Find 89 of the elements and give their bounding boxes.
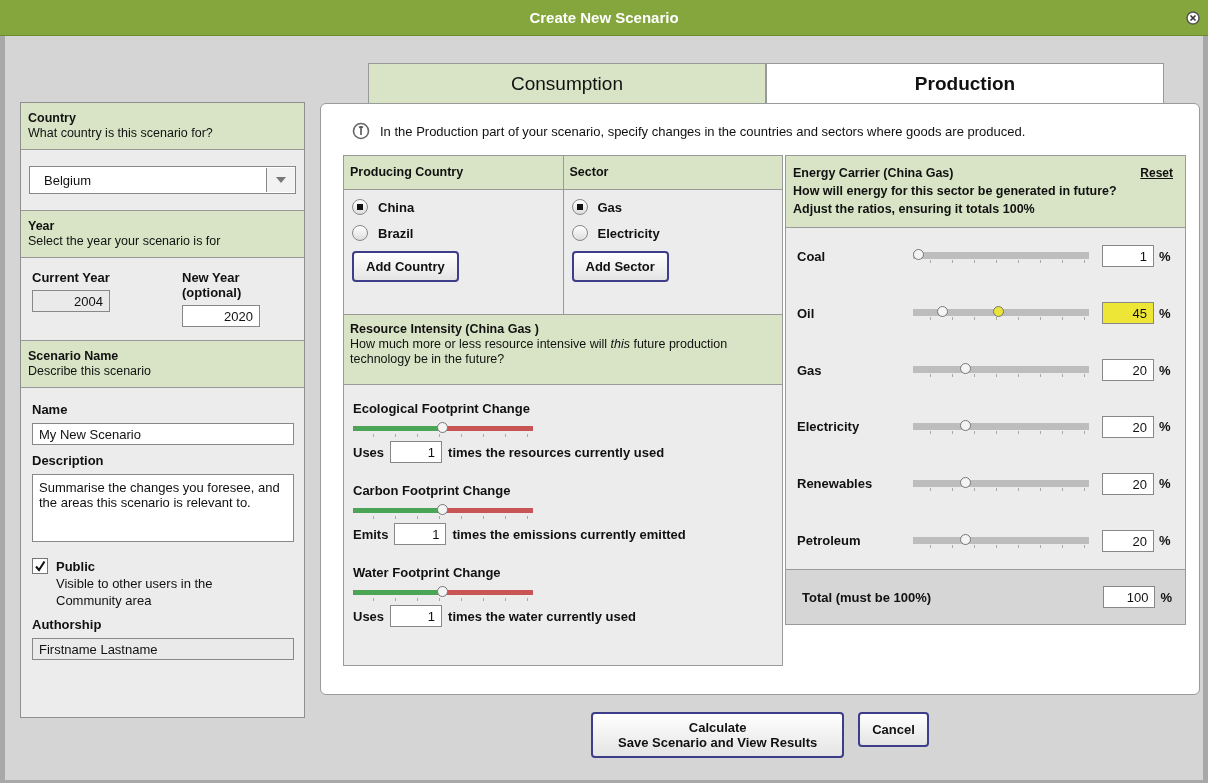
unit-label: % (1160, 589, 1172, 605)
section-subtitle: Adjust the ratios, ensuring it totals 100% (793, 201, 1036, 218)
field-label: times the resources currently used (448, 444, 665, 460)
section-subtitle: How will energy for this sector be generated in future? (793, 183, 1118, 200)
field-label: Description (32, 453, 105, 468)
unit-label: % (1159, 476, 1171, 492)
unit-label: % (1159, 419, 1171, 435)
radio-button[interactable] (571, 225, 588, 241)
calculate-button[interactable]: Calculate Save Scenario and View Results (591, 712, 845, 758)
field-label: times the water currently used (448, 608, 636, 624)
section-subtitle: What country is this scenario for? (28, 126, 214, 141)
section-title: Year (28, 219, 56, 234)
field-label: Authorship (32, 617, 103, 632)
multiplier-field[interactable]: 1 (390, 441, 443, 463)
tab[interactable]: Consumption (368, 63, 766, 103)
slider-thumb[interactable] (437, 586, 448, 597)
slider-thumb[interactable] (437, 422, 448, 433)
percent-field[interactable]: 20 (1102, 472, 1154, 495)
field-label: Uses (353, 608, 385, 624)
radio-label[interactable]: Electricity (597, 225, 660, 241)
percent-field[interactable]: 20 (1102, 359, 1154, 382)
slider-thumb[interactable] (960, 476, 972, 488)
percent-field[interactable]: 20 (1102, 529, 1154, 552)
slider-thumb[interactable] (960, 533, 972, 545)
public-checkbox[interactable] (32, 558, 48, 574)
multiplier-field[interactable]: 1 (394, 523, 447, 545)
radio-button[interactable] (352, 225, 368, 241)
radio-label[interactable]: Gas (597, 199, 623, 215)
percent-field[interactable]: 1 (1102, 245, 1154, 268)
field-label: Name (32, 402, 69, 417)
percent-field[interactable]: 20 (1102, 415, 1154, 438)
percent-field[interactable]: 45 (1102, 302, 1154, 325)
radio-label[interactable]: China (378, 199, 415, 215)
section-title: Resource Intensity (China Gas ) (350, 322, 540, 337)
section-subtitle: Describe this scenario (28, 364, 152, 379)
field-label: New Year (optional) (182, 270, 243, 300)
section-title: Energy Carrier (China Gas) (793, 165, 954, 182)
field-label: Emits (353, 526, 389, 542)
radio-button[interactable] (352, 199, 368, 215)
total-field: 100 (1103, 586, 1156, 608)
row-label: Coal (797, 248, 827, 264)
description-field[interactable]: Summarise the changes you foresee, and the areas this scenario is relevant to. (32, 474, 294, 542)
info-icon (352, 122, 370, 140)
slider-title: Ecological Footprint Change (353, 401, 531, 416)
checkbox-label: Public (56, 558, 96, 575)
section-title: Country (28, 111, 77, 126)
slider-thumb[interactable] (993, 306, 1005, 318)
slider-thumb[interactable] (936, 306, 948, 318)
checkbox-note: Visible to other users in the Community area (56, 575, 214, 609)
current-year-field: 2004 (32, 290, 110, 312)
section-subtitle: How much more or less resource intensive will this future production technology be in the future? (350, 337, 729, 367)
section-title: Scenario Name (28, 349, 120, 364)
field-label: Current Year (32, 270, 111, 285)
country-dropdown[interactable]: Belgium (29, 166, 296, 194)
column-header: Sector (563, 156, 782, 190)
info-text: In the Production part of your scenario, specify changes in the countries and sectors where goods are produced. (380, 123, 1027, 141)
total-label: Total (must be 100%) (802, 589, 933, 605)
column-header: Producing Country (344, 156, 563, 190)
new-year-field[interactable]: 2020 (182, 305, 260, 327)
row-label: Renewables (797, 476, 874, 492)
name-field[interactable]: My New Scenario (32, 423, 294, 445)
slider-title: Carbon Footprint Change (353, 483, 512, 498)
window-title: Create New Scenario (529, 9, 679, 26)
row-label: Petroleum (797, 533, 862, 549)
field-label: Uses (353, 444, 385, 460)
multiplier-field[interactable]: 1 (390, 605, 443, 627)
unit-label: % (1159, 248, 1171, 264)
cancel-button[interactable]: Cancel (858, 712, 929, 747)
close-icon[interactable] (1186, 11, 1200, 25)
row-label: Electricity (797, 419, 861, 435)
radio-button[interactable] (571, 199, 588, 215)
row-label: Oil (797, 305, 816, 321)
add-country-button[interactable]: Add Country (352, 251, 459, 282)
unit-label: % (1159, 305, 1171, 321)
reset-link[interactable]: Reset (1140, 164, 1173, 182)
slider-thumb[interactable] (913, 249, 925, 261)
slider-thumb[interactable] (960, 419, 972, 431)
field-label: times the emissions currently emitted (452, 526, 686, 542)
add-sector-button[interactable]: Add Sector (571, 251, 669, 282)
unit-label: % (1159, 533, 1171, 549)
row-label: Gas (797, 362, 823, 378)
radio-label[interactable]: Brazil (378, 225, 414, 241)
slider-thumb[interactable] (437, 504, 448, 515)
slider-thumb[interactable] (960, 363, 972, 375)
unit-label: % (1159, 362, 1171, 378)
section-subtitle: Select the year your scenario is for (28, 234, 222, 249)
slider-title: Water Footprint Change (353, 565, 502, 580)
tab[interactable]: Production (766, 63, 1164, 103)
authorship-field: Firstname Lastname (32, 638, 294, 660)
